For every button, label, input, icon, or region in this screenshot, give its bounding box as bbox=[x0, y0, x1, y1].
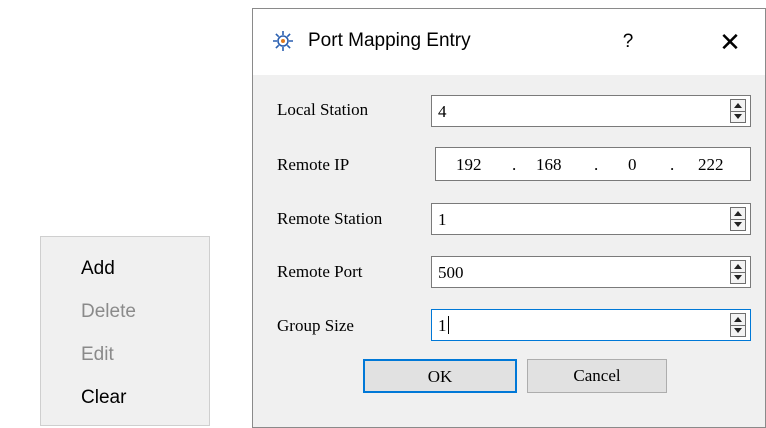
ip-separator: . bbox=[594, 155, 599, 174]
remote-port-spinbox[interactable]: 500 bbox=[431, 256, 751, 288]
arrow-up-icon bbox=[734, 211, 742, 216]
remote-ip-label: Remote IP bbox=[277, 155, 350, 174]
group-size-label: Group Size bbox=[277, 316, 354, 335]
remote-station-spinbox[interactable]: 1 bbox=[431, 203, 751, 235]
local-station-value: 4 bbox=[438, 102, 447, 121]
help-button[interactable]: ? bbox=[613, 27, 643, 57]
ip-octet-1[interactable]: 192 bbox=[456, 155, 482, 175]
ip-separator: . bbox=[512, 155, 517, 174]
menu-item-add[interactable]: Add bbox=[81, 258, 115, 280]
remote-ip-input[interactable]: 192 . 168 . 0 . 222 bbox=[435, 147, 751, 181]
group-size-value: 1 bbox=[438, 316, 449, 336]
menu-item-edit[interactable]: Edit bbox=[81, 344, 114, 366]
context-menu: Add Delete Edit Clear bbox=[40, 236, 210, 426]
remote-port-stepper[interactable] bbox=[730, 260, 746, 284]
ip-octet-2[interactable]: 168 bbox=[536, 155, 562, 175]
group-size-text: 1 bbox=[438, 316, 447, 335]
menu-item-clear[interactable]: Clear bbox=[81, 387, 126, 409]
menu-item-delete[interactable]: Delete bbox=[81, 301, 136, 323]
arrow-up-icon bbox=[734, 317, 742, 322]
ip-separator: . bbox=[670, 155, 675, 174]
dialog-title: Port Mapping Entry bbox=[308, 30, 471, 51]
ip-octet-3[interactable]: 0 bbox=[628, 155, 637, 175]
ok-button[interactable]: OK bbox=[363, 359, 517, 393]
group-size-spinbox[interactable]: 1 bbox=[431, 309, 751, 341]
local-station-spinbox[interactable]: 4 bbox=[431, 95, 751, 127]
port-mapping-dialog: Port Mapping Entry ? ✕ Local Station 4 R… bbox=[252, 8, 766, 428]
local-station-stepper[interactable] bbox=[730, 99, 746, 123]
arrow-down-icon bbox=[734, 328, 742, 333]
text-caret bbox=[447, 316, 449, 334]
cancel-button[interactable]: Cancel bbox=[527, 359, 667, 393]
gear-icon bbox=[271, 29, 295, 53]
remote-station-label: Remote Station bbox=[277, 209, 383, 228]
spin-down-button[interactable] bbox=[731, 325, 745, 336]
arrow-down-icon bbox=[734, 222, 742, 227]
group-size-stepper[interactable] bbox=[730, 313, 746, 337]
remote-station-value: 1 bbox=[438, 210, 447, 229]
arrow-up-icon bbox=[734, 264, 742, 269]
remote-port-value: 500 bbox=[438, 263, 464, 282]
dialog-titlebar[interactable]: Port Mapping Entry ? ✕ bbox=[253, 9, 765, 75]
remote-station-stepper[interactable] bbox=[730, 207, 746, 231]
ip-octet-4[interactable]: 222 bbox=[698, 155, 724, 175]
spin-down-button[interactable] bbox=[731, 219, 745, 230]
remote-port-label: Remote Port bbox=[277, 262, 363, 281]
arrow-up-icon bbox=[734, 103, 742, 108]
arrow-down-icon bbox=[734, 275, 742, 280]
spin-down-button[interactable] bbox=[731, 272, 745, 283]
arrow-down-icon bbox=[734, 114, 742, 119]
local-station-label: Local Station bbox=[277, 100, 369, 119]
spin-down-button[interactable] bbox=[731, 111, 745, 122]
close-button[interactable]: ✕ bbox=[713, 25, 747, 59]
